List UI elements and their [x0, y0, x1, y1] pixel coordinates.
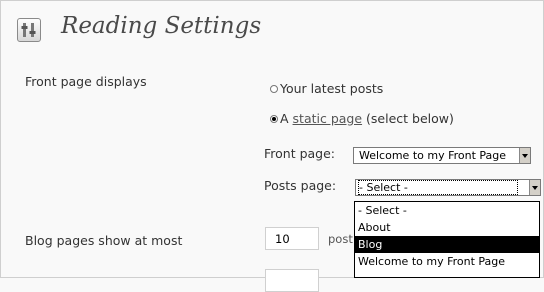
blog-pages-value: 10 — [275, 232, 290, 246]
posts-page-select-label: Posts page: — [264, 178, 337, 193]
front-page-displays-label: Front page displays — [25, 74, 147, 89]
radio-static-suffix: (select below) — [366, 111, 454, 126]
blog-pages-label: Blog pages show at most — [25, 233, 183, 248]
posts-page-select-value: - Select - — [358, 180, 518, 195]
page-title: Reading Settings — [61, 13, 262, 39]
blog-pages-suffix: post — [328, 232, 353, 246]
radio-latest-posts-button[interactable] — [270, 85, 278, 93]
dropdown-option-highlighted[interactable]: Blog — [355, 236, 539, 253]
radio-latest-posts[interactable]: Your latest posts — [270, 81, 383, 96]
dropdown-option[interactable]: About — [355, 219, 539, 236]
radio-static-page-button[interactable] — [270, 115, 278, 123]
static-page-link[interactable]: static page — [293, 111, 363, 126]
radio-static-page[interactable]: A static page (select below) — [270, 111, 454, 126]
dropdown-option[interactable]: - Select - — [355, 202, 539, 219]
radio-latest-posts-label: Your latest posts — [280, 81, 384, 96]
settings-icon — [17, 18, 41, 42]
front-page-select[interactable]: Welcome to my Front Page — [353, 147, 531, 164]
chevron-down-icon[interactable] — [519, 148, 530, 163]
posts-page-select[interactable]: - Select - — [355, 179, 541, 196]
radio-static-prefix: A — [280, 111, 289, 126]
next-setting-input[interactable] — [265, 269, 319, 292]
chevron-down-icon[interactable] — [529, 180, 540, 195]
front-page-select-label: Front page: — [264, 146, 336, 161]
dropdown-option[interactable]: Welcome to my Front Page — [355, 253, 539, 270]
blog-pages-input[interactable]: 10 — [265, 227, 319, 250]
front-page-select-value: Welcome to my Front Page — [359, 149, 507, 162]
posts-page-dropdown[interactable]: - Select - About Blog Welcome to my Fron… — [354, 201, 540, 278]
